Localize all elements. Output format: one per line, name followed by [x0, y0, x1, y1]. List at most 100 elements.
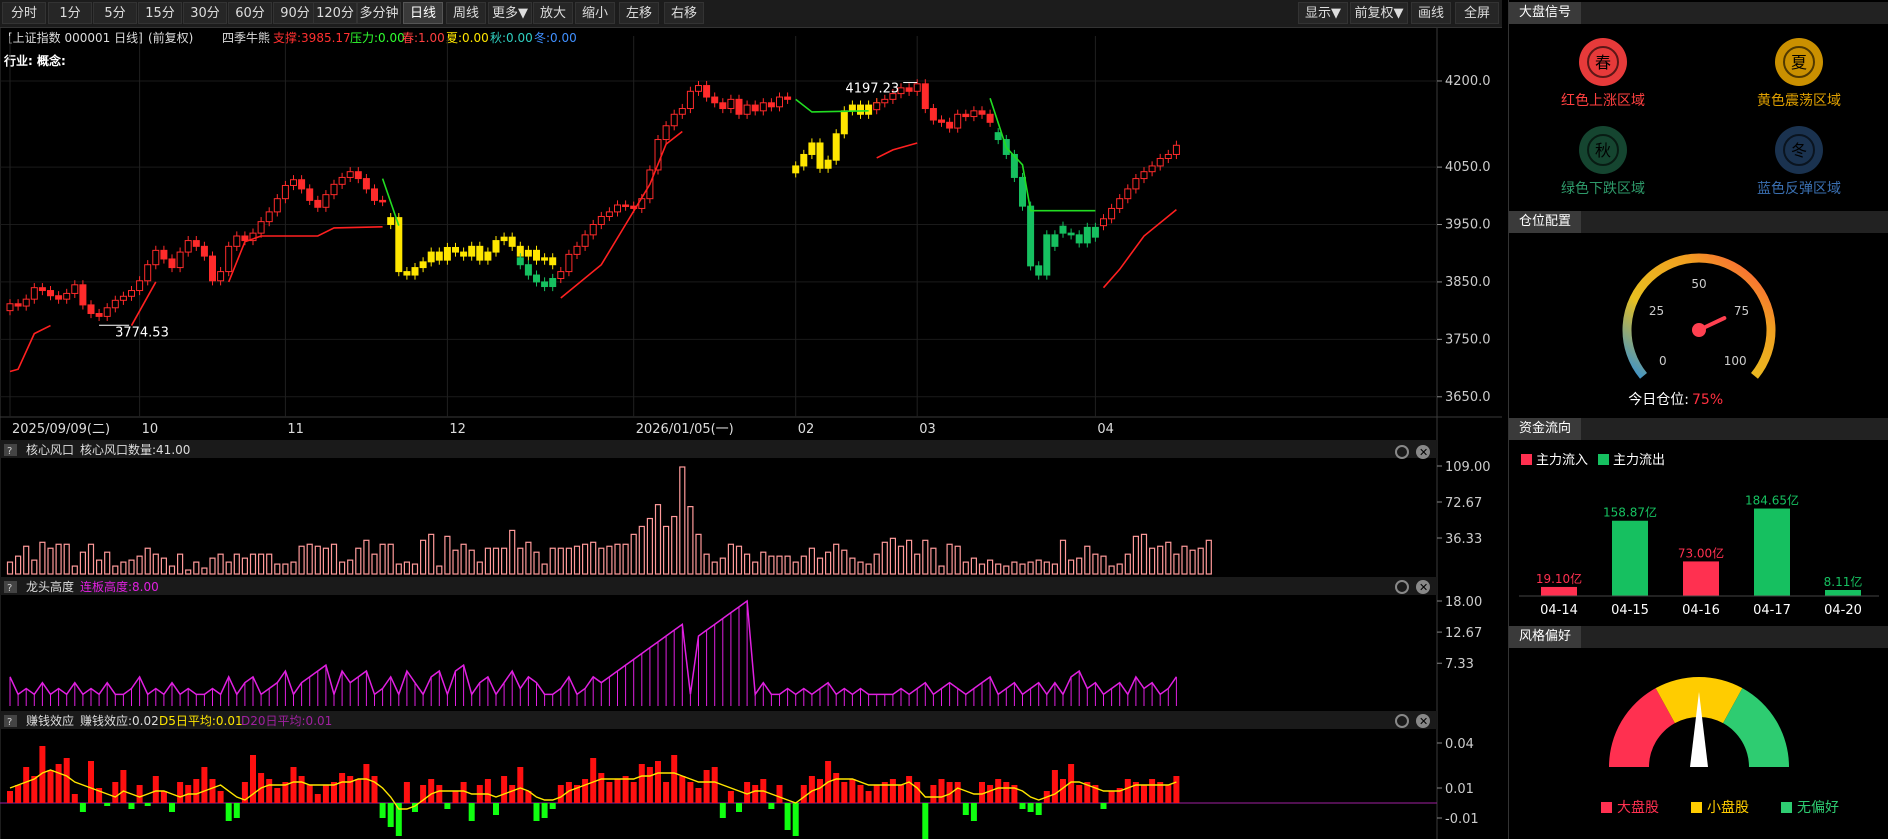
- theme-bar: [946, 543, 953, 575]
- profit-bar: [1124, 779, 1131, 803]
- candle-body: [541, 257, 549, 261]
- candle-body: [1027, 205, 1035, 267]
- candle-body: [905, 87, 913, 92]
- candle-body: [184, 240, 192, 253]
- theme-bar: [330, 543, 338, 575]
- candle-body: [87, 304, 95, 315]
- flow-bar-label: 19.10亿: [1536, 571, 1582, 586]
- industry-label: 行业: 概念:: [3, 53, 66, 68]
- candle-body: [1043, 234, 1051, 276]
- candle-body: [1172, 144, 1180, 155]
- support-line: [560, 130, 683, 299]
- profit-bar: [970, 803, 977, 821]
- theme-bar: [792, 561, 799, 575]
- theme-bar: [962, 561, 969, 575]
- theme-bar: [905, 539, 913, 575]
- candle-body: [703, 85, 711, 98]
- candle-body: [549, 257, 557, 266]
- profit-bar: [646, 767, 653, 803]
- candle-body: [55, 295, 63, 300]
- theme-bar: [1059, 539, 1067, 575]
- x-tick-label: 12: [449, 422, 466, 437]
- candle-body: [233, 235, 241, 247]
- candle-body: [662, 125, 670, 141]
- theme-bar: [168, 565, 176, 575]
- profit-bar: [938, 779, 945, 803]
- help-icon-glyph: ?: [7, 717, 12, 728]
- theme-bar: [444, 535, 451, 575]
- candle-body: [954, 113, 962, 129]
- candle-body: [605, 211, 613, 217]
- theme-bar: [1165, 541, 1172, 575]
- candle-body: [468, 245, 476, 257]
- profit-bar: [347, 776, 354, 803]
- profit-bar: [914, 782, 921, 803]
- candle-body: [152, 249, 160, 266]
- panel3-name: 赚钱效应: [26, 713, 74, 728]
- candle-body: [719, 102, 727, 110]
- profit-bar: [671, 755, 678, 803]
- profit-bar: [322, 785, 329, 803]
- profit-bar: [930, 785, 937, 803]
- theme-bar: [241, 557, 248, 575]
- profit-bar: [1076, 785, 1083, 803]
- profit-bar: [776, 785, 783, 803]
- candle-body: [22, 298, 30, 307]
- theme-bar: [1148, 547, 1156, 575]
- theme-bar: [752, 561, 759, 575]
- theme-bar: [23, 545, 30, 575]
- profit-bar: [630, 782, 637, 803]
- profit-bar: [23, 767, 30, 803]
- right-sidebar: 大盘信号 春红色上涨区域 夏黄色震荡区域秋绿色下跌区域 冬蓝色反弹区域 仓位配置 0…: [1508, 0, 1888, 839]
- theme-bar: [233, 553, 240, 575]
- profit-bar: [120, 770, 127, 803]
- profit-bar: [898, 785, 904, 803]
- theme-bar: [565, 547, 573, 575]
- profit-bar: [727, 791, 734, 803]
- y-tick-label: 3950.0: [1445, 218, 1491, 233]
- flow-bar-label: 184.65亿: [1745, 493, 1799, 508]
- candle-body: [800, 153, 808, 167]
- candle-body: [581, 234, 589, 247]
- y-tick-label: 3750.0: [1445, 332, 1491, 347]
- flow-category: 04-20: [1824, 603, 1862, 618]
- candle-body: [840, 110, 848, 135]
- candle-body: [225, 245, 233, 273]
- candle-body: [1059, 225, 1067, 234]
- profit-bar: [493, 803, 499, 815]
- candle-body: [217, 271, 225, 282]
- panel3-value: 赚钱效应:0.02: [80, 713, 159, 728]
- candle-body: [759, 102, 767, 112]
- autumn-value: 秋:0.00: [490, 31, 533, 45]
- x-tick-label: 10: [142, 422, 159, 437]
- candle-body: [614, 204, 621, 213]
- theme-bar: [460, 543, 467, 575]
- candle-body: [816, 142, 824, 169]
- x-tick-label: 04: [1097, 422, 1114, 437]
- candle-body: [168, 258, 176, 269]
- profit-bar: [306, 785, 313, 803]
- profit-bar: [290, 767, 297, 803]
- profit-bar: [582, 779, 589, 803]
- theme-bar: [274, 563, 281, 575]
- profit-bar: [193, 779, 200, 803]
- candle-body: [767, 102, 775, 108]
- theme-bar: [541, 563, 548, 575]
- theme-bar: [1035, 559, 1042, 575]
- theme-bar: [160, 557, 167, 575]
- theme-bar: [1043, 561, 1050, 575]
- profit-bar: [104, 803, 111, 806]
- theme-bar: [630, 533, 637, 575]
- candle-body: [1116, 198, 1124, 209]
- profit-bar: [541, 803, 548, 818]
- theme-bar: [87, 543, 95, 575]
- flow-bar-label: 158.87亿: [1603, 505, 1657, 520]
- theme-bar: [1116, 563, 1123, 575]
- theme-bar: [1197, 547, 1204, 575]
- panel2-value: 连板高度:8.00: [80, 579, 159, 594]
- profit-bar: [225, 803, 232, 821]
- candle-body: [1140, 171, 1148, 180]
- theme-bar: [1067, 559, 1075, 575]
- theme-bar: [533, 551, 540, 575]
- season-icon-glyph: 春: [1595, 53, 1611, 72]
